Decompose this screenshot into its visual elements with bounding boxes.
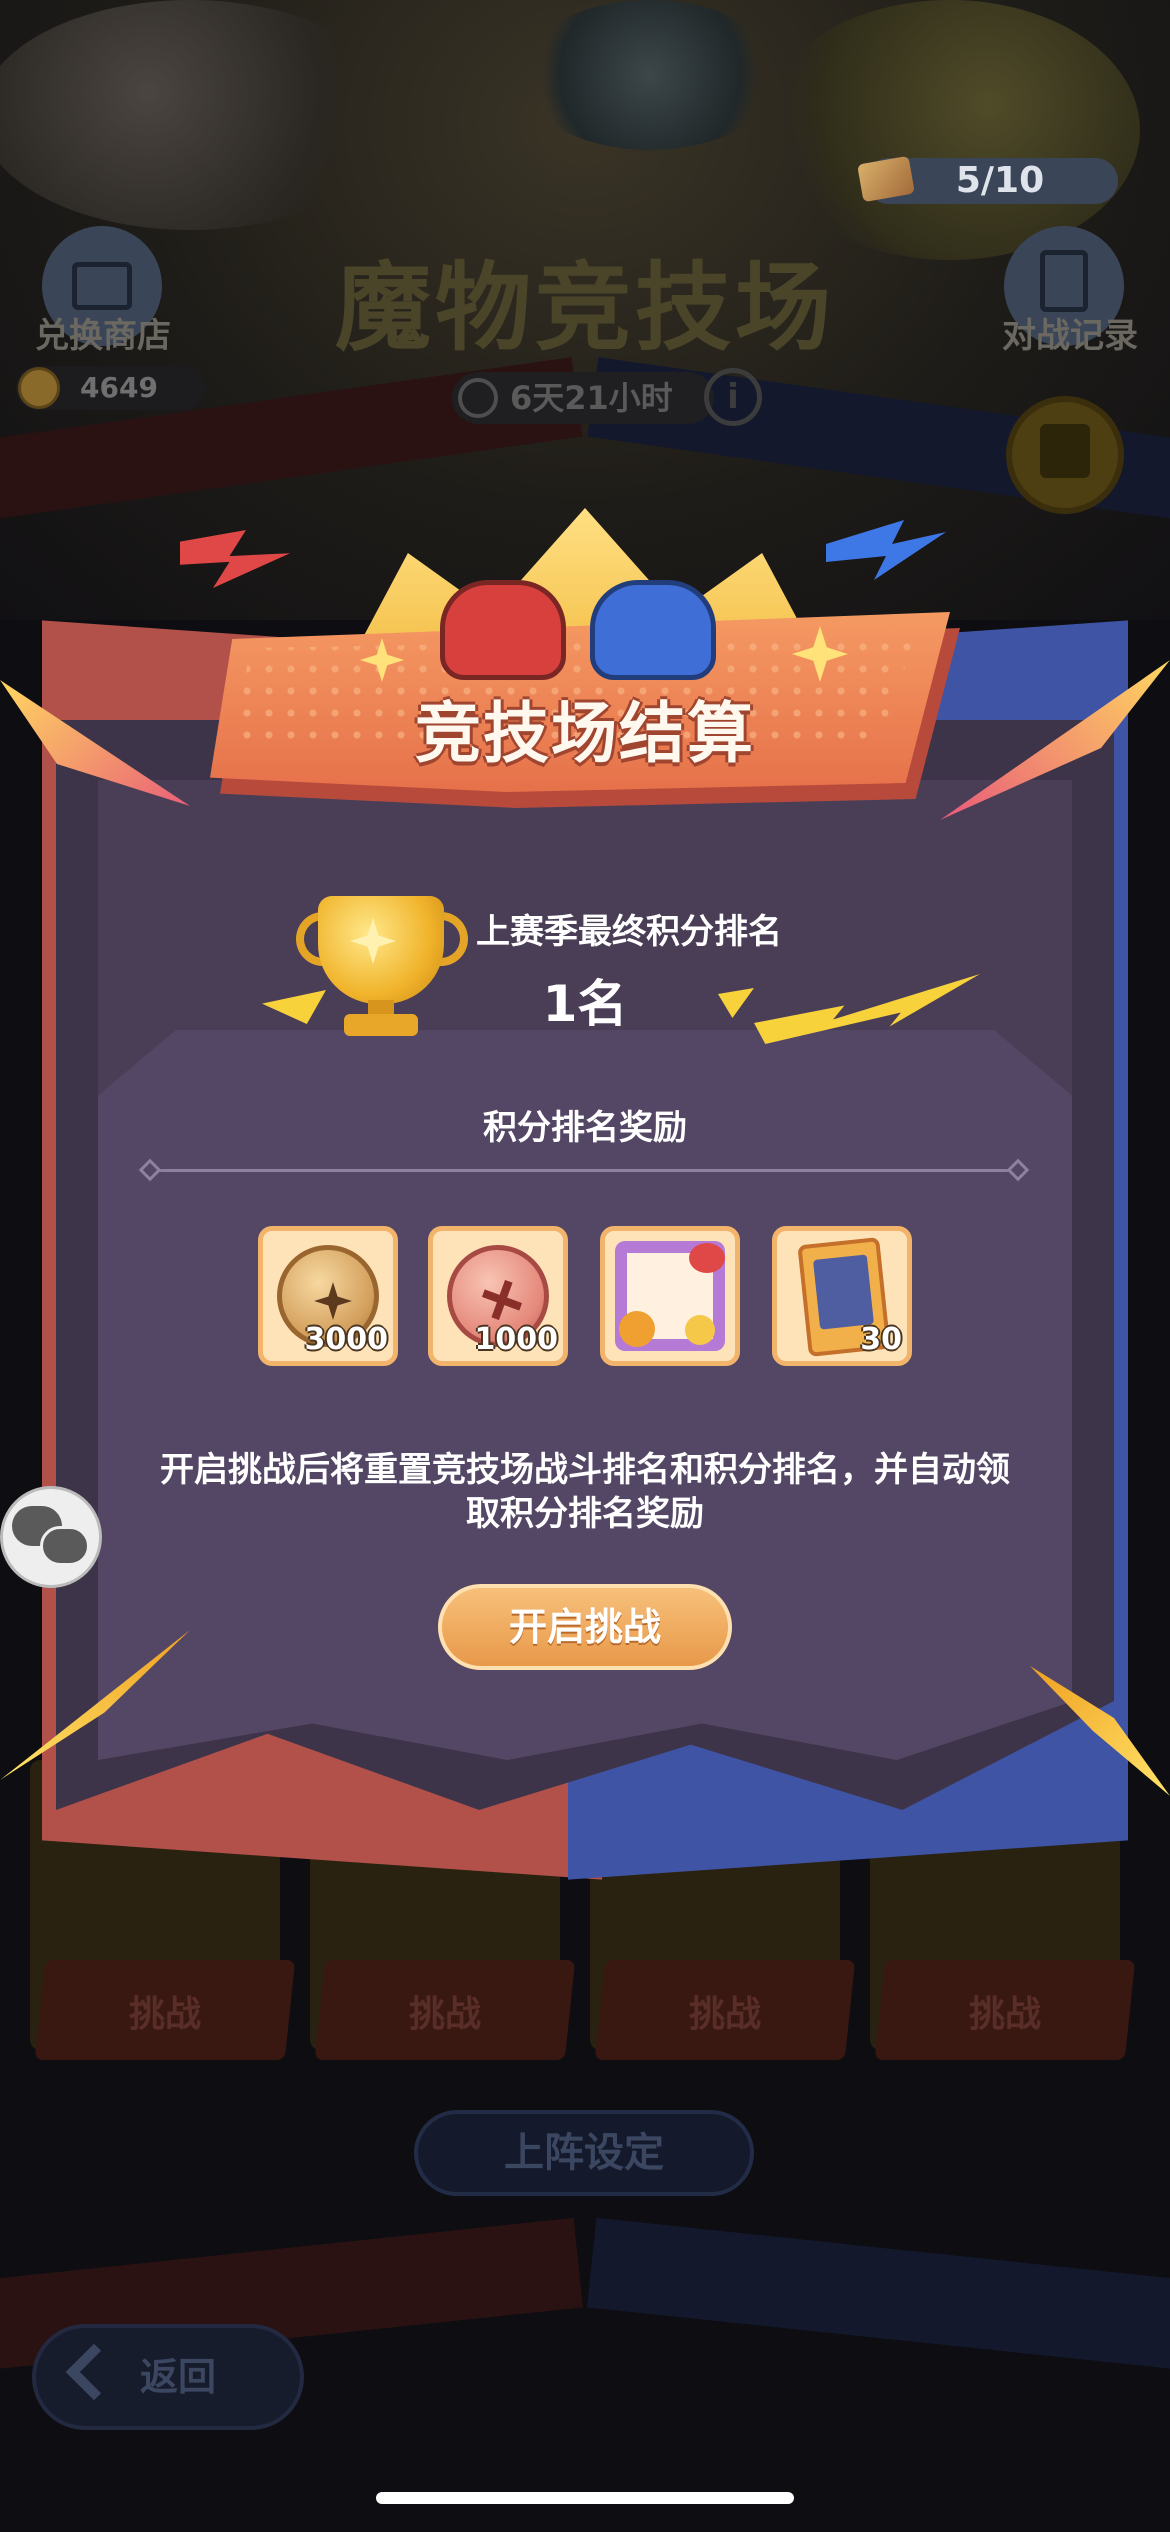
monster-art-center	[520, 0, 780, 150]
shop-label: 兑换商店	[35, 316, 171, 356]
reward-count: 3000	[304, 1322, 389, 1357]
reward-item-avatar-frame[interactable]	[600, 1226, 740, 1366]
back-label: 返回	[140, 2355, 217, 2399]
ticket-count: 5/10	[955, 160, 1045, 201]
reward-title: 积分排名奖励	[483, 1108, 687, 1148]
coin-amount: 4649	[80, 371, 158, 404]
challenge-label: 挑战	[688, 1994, 761, 2035]
info-icon[interactable]: i	[704, 368, 762, 426]
rank-caption: 上赛季最终积分排名	[476, 912, 782, 952]
reward-count: 30	[860, 1322, 902, 1357]
frame-decoration-icon	[689, 1243, 725, 1273]
lineup-settings-label: 上阵设定	[504, 2130, 664, 2176]
chat-icon	[40, 1526, 90, 1566]
home-indicator[interactable]	[376, 2492, 794, 2504]
battle-record-label: 对战记录	[1002, 316, 1138, 356]
clock-icon	[458, 378, 498, 418]
challenge-label: 挑战	[408, 1994, 481, 2035]
page-title: 魔物竞技场	[335, 252, 835, 364]
timer-text: 6天21小时	[510, 379, 673, 417]
leaderboard-icon	[1040, 424, 1090, 478]
divider	[150, 1169, 1020, 1172]
start-challenge-label: 开启挑战	[508, 1605, 661, 1649]
blue-team-stripe-bottom	[586, 2217, 1170, 2373]
blue-boxing-glove-icon	[590, 580, 716, 680]
challenge-label: 挑战	[128, 1994, 201, 2035]
sword-mark-icon	[476, 1274, 527, 1325]
challenge-label: 挑战	[968, 1994, 1041, 2035]
trophy-icon	[344, 1014, 418, 1036]
frame-decoration-icon	[685, 1315, 715, 1345]
modal-title: 竞技场结算	[415, 695, 755, 772]
record-icon	[1040, 250, 1088, 312]
notice-text: 开启挑战后将重置竞技场战斗排名和积分排名，并自动领取积分排名奖励	[160, 1450, 1010, 1534]
frame-decoration-icon	[619, 1311, 655, 1347]
reward-count: 1000	[474, 1322, 559, 1357]
card-art	[812, 1254, 874, 1330]
coin-icon	[18, 367, 60, 409]
red-boxing-glove-icon	[440, 580, 566, 680]
rank-value: 1名	[542, 975, 628, 1033]
monster-art-right	[760, 0, 1140, 260]
star-mark-icon	[314, 1282, 352, 1320]
shop-icon	[72, 262, 132, 310]
